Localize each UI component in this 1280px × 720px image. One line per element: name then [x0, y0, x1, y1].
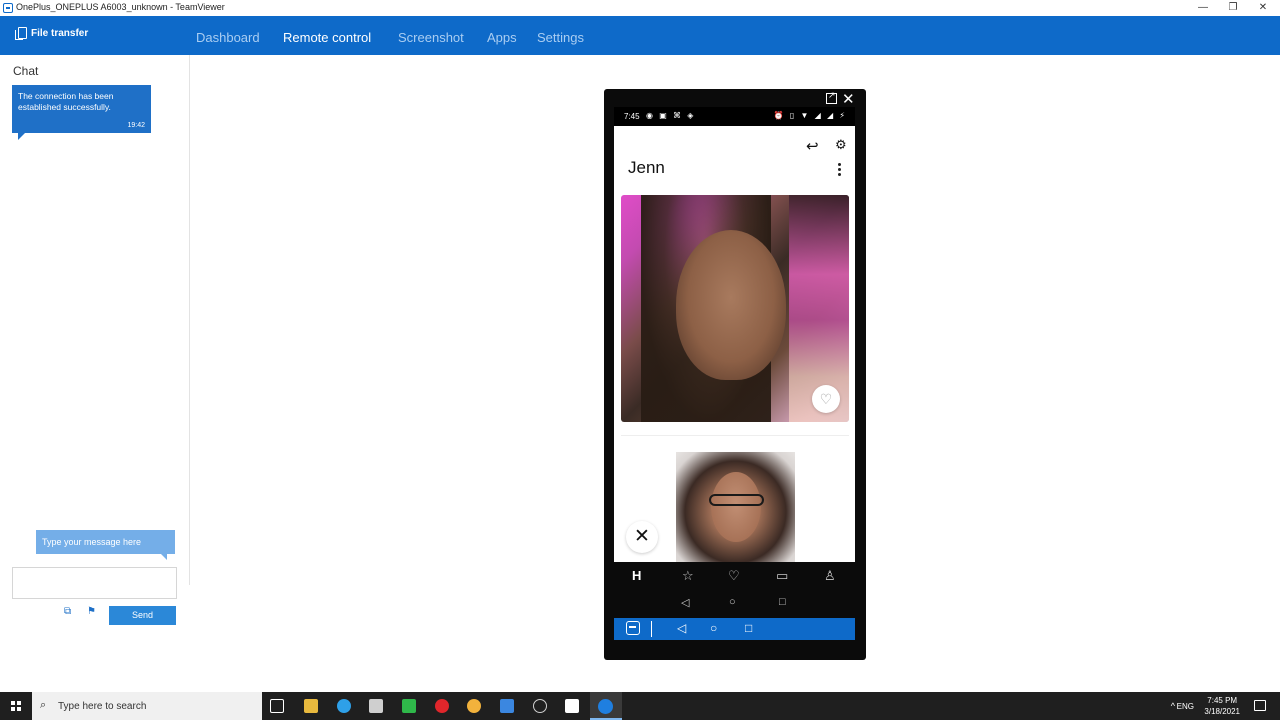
nav-profile-icon[interactable]: ♙ — [824, 568, 836, 584]
window-titlebar: OnePlus_ONEPLUS A6003_unknown - TeamView… — [0, 0, 1280, 16]
close-button[interactable]: ✕ — [1248, 0, 1278, 16]
file-transfer-label: File transfer — [31, 27, 89, 39]
profile-photo-secondary[interactable] — [676, 452, 795, 572]
edge-icon[interactable] — [337, 699, 351, 713]
tab-remote-control[interactable]: Remote control — [283, 30, 371, 45]
close-session-icon[interactable]: ✕ — [842, 90, 855, 108]
nav-messages-icon[interactable]: ▭ — [776, 568, 788, 584]
tab-apps[interactable]: Apps — [487, 30, 517, 45]
divider — [651, 621, 652, 637]
status-icons-left: ◉ ▣ ⌘ ◈ — [646, 111, 696, 120]
chrome-icon[interactable] — [467, 699, 481, 713]
app-bottom-nav: H ☆ ♡ ▭ ♙ — [614, 562, 855, 590]
chat-input-hint: Type your message here — [36, 530, 175, 560]
tv-back-icon[interactable]: ◁ — [677, 621, 686, 635]
search-placeholder: Type here to search — [58, 701, 147, 712]
remote-screen[interactable]: 7:45 ◉ ▣ ⌘ ◈ ⏰ ▯ ▼ ◢ ◢ ⚡ ↩ ⚙ Jenn ♡ ✕ H … — [614, 107, 855, 617]
restore-button[interactable]: ❐ — [1218, 0, 1248, 16]
more-options-icon[interactable] — [838, 163, 841, 177]
notification-icon[interactable] — [1254, 700, 1266, 711]
clock-date: 3/18/2021 — [1204, 707, 1240, 716]
tv-home-icon[interactable]: ○ — [710, 621, 717, 635]
tab-settings[interactable]: Settings — [537, 30, 584, 45]
android-system-nav: ◁ ○ □ — [614, 590, 855, 617]
chat-message-time: 19:42 — [127, 122, 145, 129]
recents-icon[interactable]: □ — [779, 596, 786, 608]
system-tray: ^ ENG 7:45 PM 3/18/2021 — [1150, 692, 1280, 720]
nav-home-icon[interactable]: H — [632, 568, 641, 583]
task-view-icon[interactable] — [270, 699, 284, 713]
teamviewer-header: File transfer Dashboard Remote control S… — [0, 16, 1280, 55]
chat-message-text: The connection has been established succ… — [18, 91, 114, 112]
search-icon: ⌕ — [40, 699, 47, 711]
clock-time: 7:45 PM — [1207, 696, 1238, 705]
opera-icon[interactable] — [435, 699, 449, 713]
profile-name: Jenn — [628, 158, 665, 177]
remote-device-frame: ✕ 7:45 ◉ ▣ ⌘ ◈ ⏰ ▯ ▼ ◢ ◢ ⚡ ↩ ⚙ Jenn ♡ ✕ … — [604, 89, 866, 660]
chat-pane: Chat The connection has been established… — [0, 55, 190, 625]
app-icon[interactable] — [565, 699, 579, 713]
nav-likes-icon[interactable]: ♡ — [728, 568, 740, 584]
tv-recents-icon[interactable]: □ — [745, 621, 752, 635]
taskbar-clock[interactable]: 7:45 PM 3/18/2021 — [1204, 695, 1240, 717]
teamviewer-logo-icon[interactable] — [626, 621, 640, 635]
filter-icon[interactable]: ⚙ — [835, 137, 847, 153]
phone-time: 7:45 — [624, 112, 640, 121]
chat-message-input[interactable] — [12, 567, 177, 599]
file-transfer-button[interactable]: File transfer — [15, 27, 89, 40]
teamviewer-device-bar: ◁ ○ □ — [614, 618, 855, 640]
screenshot-icon[interactable]: ⧉ — [64, 607, 75, 617]
alert-icon[interactable]: ⚑ — [87, 607, 98, 617]
teamviewer-icon — [598, 699, 613, 714]
windows-icon — [11, 701, 21, 711]
tab-dashboard[interactable]: Dashboard — [196, 30, 260, 45]
taskbar-search[interactable]: ⌕ Type here to search — [32, 692, 262, 720]
teamviewer-icon — [3, 3, 13, 13]
like-button[interactable]: ♡ — [812, 385, 840, 413]
camtasia-icon[interactable] — [402, 699, 416, 713]
minimize-button[interactable]: — — [1188, 0, 1218, 16]
photo-face — [711, 472, 761, 542]
photo-glasses — [709, 494, 764, 506]
app-icon[interactable] — [369, 699, 383, 713]
tray-overflow-icon[interactable]: ^ — [1171, 701, 1175, 711]
popout-icon[interactable] — [826, 90, 837, 104]
nav-star-icon[interactable]: ☆ — [682, 568, 694, 584]
send-button[interactable]: Send — [109, 606, 176, 625]
photo-face — [676, 230, 786, 380]
window-title: OnePlus_ONEPLUS A6003_unknown - TeamView… — [16, 2, 225, 12]
start-button[interactable] — [0, 692, 32, 720]
clock-app-icon[interactable] — [533, 699, 547, 713]
app-icon[interactable] — [500, 699, 514, 713]
undo-icon[interactable]: ↩ — [806, 137, 819, 155]
file-explorer-icon[interactable] — [304, 699, 318, 713]
dismiss-button[interactable]: ✕ — [626, 521, 658, 553]
back-icon[interactable]: ◁ — [681, 596, 689, 609]
chat-title: Chat — [13, 64, 39, 78]
tab-screenshot[interactable]: Screenshot — [398, 30, 464, 45]
file-icon — [15, 27, 27, 40]
home-icon[interactable]: ○ — [729, 596, 736, 608]
phone-status-bar: 7:45 ◉ ▣ ⌘ ◈ ⏰ ▯ ▼ ◢ ◢ ⚡ — [614, 107, 855, 126]
profile-photo-main[interactable] — [621, 195, 849, 422]
language-indicator[interactable]: ENG — [1177, 702, 1194, 711]
windows-taskbar: ⌕ Type here to search ^ ENG 7:45 PM 3/18… — [0, 692, 1280, 720]
chat-message: The connection has been established succ… — [12, 85, 151, 140]
status-icons-right: ⏰ ▯ ▼ ◢ ◢ ⚡ — [773, 111, 847, 120]
